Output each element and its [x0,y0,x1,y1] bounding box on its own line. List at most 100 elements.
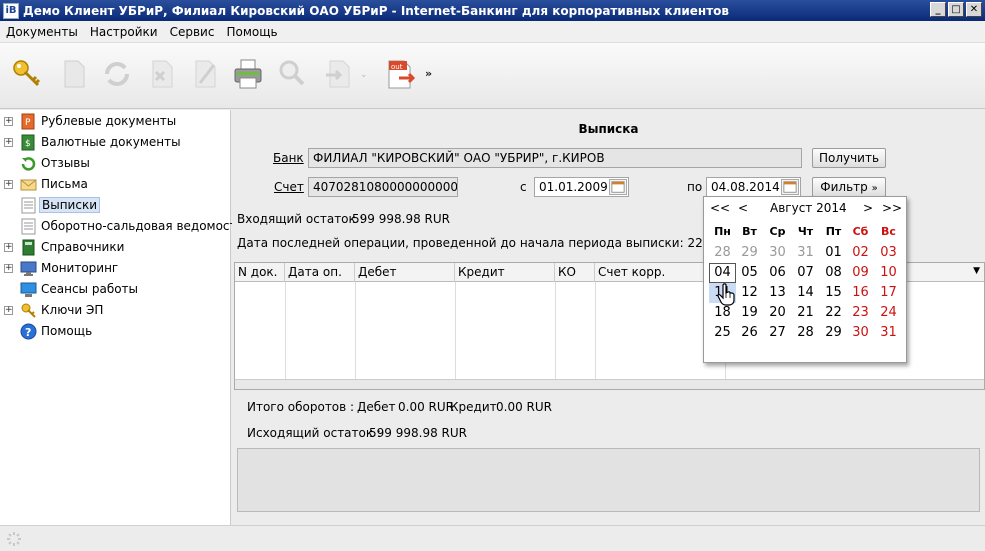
weekday-header: Пн [714,225,731,238]
calendar-day[interactable]: 10 [875,263,902,283]
sidebar-item-label: Ключи ЭП [41,303,104,317]
maximize-icon[interactable]: □ [948,2,964,17]
column-menu-icon[interactable]: ▼ [973,266,980,276]
prev-year-button[interactable]: << [710,201,730,215]
calendar-day[interactable]: 29 [820,323,847,343]
menu-settings[interactable]: Настройки [84,25,164,39]
calendar-day[interactable]: 05 [736,263,763,283]
calendar-day[interactable]: 21 [792,303,819,323]
horizontal-scrollbar[interactable] [235,379,984,389]
calendar-day[interactable]: 28 [709,243,736,263]
opening-balance-label: Входящий остаток : [237,212,364,226]
print-icon[interactable] [231,57,265,91]
calendar-day[interactable]: 13 [764,283,791,303]
calendar-day[interactable]: 24 [875,303,902,323]
menu-help[interactable]: Помощь [220,25,283,39]
app-icon: iB [3,2,19,19]
edit-icon[interactable] [188,57,222,91]
account-field[interactable]: 40702810800000000000 [308,177,458,197]
calendar-day[interactable]: 31 [792,243,819,263]
close-icon[interactable]: ✕ [966,2,982,17]
prev-month-button[interactable]: < [738,201,748,215]
next-month-button[interactable]: > [863,201,873,215]
calendar-day[interactable]: 29 [736,243,763,263]
credit-label: Кредит [450,400,497,414]
calendar-day[interactable]: 15 [820,283,847,303]
calendar-from-icon[interactable] [609,179,627,195]
page-title: Выписка [578,122,639,136]
calendar-day[interactable]: 27 [764,323,791,343]
calendar-day[interactable]: 25 [709,323,736,343]
calendar-day[interactable]: 19 [736,303,763,323]
calendar-day[interactable]: 14 [792,283,819,303]
calendar-day[interactable]: 09 [847,263,874,283]
expand-icon[interactable]: + [4,263,13,273]
menu-service[interactable]: Сервис [164,25,221,39]
new-document-icon[interactable] [57,57,91,91]
calendar-day[interactable]: 07 [792,263,819,283]
credit-value: 0.00 RUR [496,400,552,414]
window-title: Демо Клиент УБРиР, Филиал Кировский ОАО … [23,3,729,18]
calendar-day[interactable]: 17 [875,283,902,303]
calendar-day[interactable]: 08 [820,263,847,283]
menu-bar: Документы Настройки Сервис Помощь [0,21,985,43]
calendar-day[interactable]: 30 [847,323,874,343]
export-out-icon[interactable]: out [385,57,419,91]
calendar-day[interactable]: 06 [764,263,791,283]
calendar-day[interactable]: 01 [820,243,847,263]
column-divider [595,282,596,379]
turnover-label: Итого оборотов : [247,400,355,414]
menu-documents[interactable]: Документы [0,25,84,39]
get-button[interactable]: Получить [812,148,886,168]
details-area [237,448,980,512]
weekday-header: Пт [825,225,842,238]
calendar-day[interactable]: 26 [736,323,763,343]
column-debit[interactable]: Дебет [355,263,455,282]
export-dropdown-icon[interactable]: » [425,67,432,80]
calendar-day[interactable]: 20 [764,303,791,323]
minimize-icon[interactable]: _ [930,2,946,17]
calendar-day[interactable]: 31 [875,323,902,343]
letters-icon [20,179,37,190]
delete-icon[interactable] [145,57,179,91]
calendar-day[interactable]: 02 [847,243,874,263]
expand-icon[interactable]: + [4,179,13,189]
column-ko[interactable]: КО [555,263,595,282]
refresh-icon[interactable] [100,57,134,91]
search-icon[interactable] [275,57,309,91]
account-link[interactable]: Счет [274,180,304,194]
column-divider [455,282,456,379]
debit-label: Дебет [357,400,396,414]
calendar-day[interactable]: 23 [847,303,874,323]
calendar-day[interactable]: 30 [764,243,791,263]
next-year-button[interactable]: >> [882,201,902,215]
import-dropdown-icon[interactable]: ⌄ [360,70,368,80]
bank-field[interactable]: ФИЛИАЛ "КИРОВСКИЙ" ОАО "УБРИР", г.КИРОВ [308,148,802,168]
sidebar-item-label: Справочники [41,240,125,254]
sidebar-item-label: Помощь [41,324,93,338]
toolbar: ⌄ out » [0,43,985,109]
chevron-down-icon: » [871,183,878,194]
column-doc-number[interactable]: N док. [235,263,285,282]
calendar-day[interactable]: 16 [847,283,874,303]
expand-icon[interactable]: + [4,305,13,315]
bank-link[interactable]: Банк [273,151,304,165]
navigation-tree: + P Рублевые документы + $ Валютные доку… [0,110,244,525]
currency-docs-icon: $ [21,134,35,150]
expand-icon[interactable]: + [4,137,13,147]
import-icon[interactable] [322,57,356,91]
filter-button[interactable]: Фильтр » [812,177,886,197]
calendar-day[interactable]: 28 [792,323,819,343]
column-op-date[interactable]: Дата оп. [285,263,355,282]
calendar-day[interactable]: 03 [875,243,902,263]
calendar-day[interactable]: 22 [820,303,847,323]
expand-icon[interactable]: + [4,242,13,252]
key-icon[interactable] [10,57,44,91]
column-credit[interactable]: Кредит [455,263,555,282]
svg-text:out: out [391,63,403,71]
calendar-to-icon[interactable] [781,179,799,195]
weekday-header: Чт [797,225,814,238]
calendar-day[interactable]: 12 [736,283,763,303]
calendar-day[interactable]: 04 [709,263,736,283]
expand-icon[interactable]: + [4,116,13,126]
